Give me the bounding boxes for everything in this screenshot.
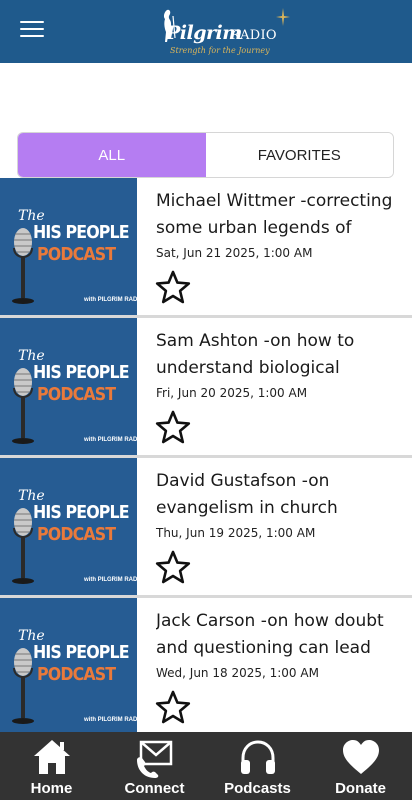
thumb-title-line2: PODCAST: [37, 384, 116, 405]
list-item[interactable]: TheHIS PEOPLEPODCASTwith PILGRIM RADIODa…: [0, 458, 412, 598]
hamburger-menu-icon[interactable]: [20, 21, 44, 41]
star-sparkle-icon: [276, 8, 290, 26]
thumb-title-line1: HIS PEOPLE: [33, 642, 130, 663]
tab-all[interactable]: ALL: [18, 133, 206, 177]
podcast-thumbnail: TheHIS PEOPLEPODCASTwith PILGRIM RADIO: [0, 458, 137, 595]
episode-date: Wed, Jun 18 2025, 1:00 AM: [156, 666, 319, 680]
favorite-star-icon[interactable]: [155, 550, 191, 584]
list-item[interactable]: TheHIS PEOPLEPODCASTwith PILGRIM RADIOMi…: [0, 178, 412, 318]
podcast-thumbnail: TheHIS PEOPLEPODCASTwith PILGRIM RADIO: [0, 318, 137, 455]
thumb-brand: with PILGRIM RADIO: [84, 577, 137, 583]
nav-home-label: Home: [30, 780, 73, 797]
logo-tagline: Strength for the Journey: [170, 46, 270, 55]
favorite-star-icon[interactable]: [155, 690, 191, 724]
filter-tabs: ALL FAVORITES: [17, 132, 394, 178]
episode-date: Fri, Jun 20 2025, 1:00 AM: [156, 386, 308, 400]
tab-favorites[interactable]: FAVORITES: [205, 133, 393, 177]
episode-title: David Gustafson -on evangelism in church: [156, 471, 338, 518]
home-icon: [33, 740, 70, 774]
episode-title: Jack Carson -on how doubt and questionin…: [156, 611, 384, 658]
nav-donate-label: Donate: [335, 780, 386, 797]
episode-date: Sat, Jun 21 2025, 1:00 AM: [156, 246, 313, 260]
list-item[interactable]: TheHIS PEOPLEPODCASTwith PILGRIM RADIOJa…: [0, 598, 412, 738]
thumb-brand: with PILGRIM RADIO: [84, 717, 137, 723]
thumb-brand: with PILGRIM RADIO: [84, 297, 137, 303]
episode-title: Sam Ashton -on how to understand biologi…: [156, 331, 355, 378]
podcast-thumbnail: TheHIS PEOPLEPODCASTwith PILGRIM RADIO: [0, 598, 137, 735]
list-item[interactable]: TheHIS PEOPLEPODCASTwith PILGRIM RADIOSa…: [0, 318, 412, 458]
logo-radio: RADIO: [230, 28, 277, 43]
thumb-brand: with PILGRIM RADIO: [84, 437, 137, 443]
favorite-star-icon[interactable]: [155, 270, 191, 304]
thumb-title-line2: PODCAST: [37, 244, 116, 265]
episode-list: TheHIS PEOPLEPODCASTwith PILGRIM RADIOMi…: [0, 178, 412, 738]
episode-date: Thu, Jun 19 2025, 1:00 AM: [156, 526, 316, 540]
thumb-title-line2: PODCAST: [37, 524, 116, 545]
headphones-icon: [240, 740, 275, 774]
nav-home[interactable]: Home: [0, 732, 103, 800]
mail-phone-icon: [136, 740, 172, 778]
thumb-title-line2: PODCAST: [37, 664, 116, 685]
nav-podcasts[interactable]: Podcasts: [206, 732, 309, 800]
nav-podcasts-label: Podcasts: [224, 780, 291, 797]
pilgrim-radio-logo: Pilgrim RADIO Strength for the Journey: [158, 8, 290, 60]
nav-connect[interactable]: Connect: [103, 732, 206, 800]
thumb-title-line1: HIS PEOPLE: [33, 222, 130, 243]
app-header: Pilgrim RADIO Strength for the Journey: [0, 0, 412, 63]
nav-connect-label: Connect: [124, 780, 185, 797]
heart-icon: [342, 740, 379, 774]
thumb-title-line1: HIS PEOPLE: [33, 362, 130, 383]
bottom-nav: Home Connect Podcasts Donate: [0, 732, 412, 800]
thumb-title-line1: HIS PEOPLE: [33, 502, 130, 523]
episode-title: Michael Wittmer -correcting some urban l…: [156, 191, 393, 238]
favorite-star-icon[interactable]: [155, 410, 191, 444]
nav-donate[interactable]: Donate: [309, 732, 412, 800]
podcast-thumbnail: TheHIS PEOPLEPODCASTwith PILGRIM RADIO: [0, 178, 137, 315]
